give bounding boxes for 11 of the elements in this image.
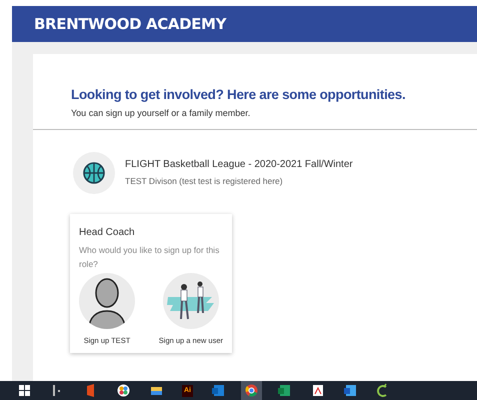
browser-icon [244, 383, 259, 398]
program-name: FLIGHT Basketball League - 2020-2021 Fall/Winter [125, 158, 353, 172]
role-title: Head Coach [79, 226, 136, 240]
taskbar-button[interactable] [241, 381, 262, 400]
role-question: Who would you like to sign up for this role? [79, 244, 220, 270]
division-name: TEST Divison (test test is registered here) [125, 175, 284, 188]
school-name: BRENTWOOD ACADEMY [34, 14, 226, 35]
basketball-icon [83, 162, 105, 184]
page-subtitle: You can sign up yourself or a family member. [71, 107, 252, 120]
person-silhouette-icon [87, 276, 127, 328]
page-heading: Looking to get involved? Here are some opportunities. [71, 86, 406, 104]
